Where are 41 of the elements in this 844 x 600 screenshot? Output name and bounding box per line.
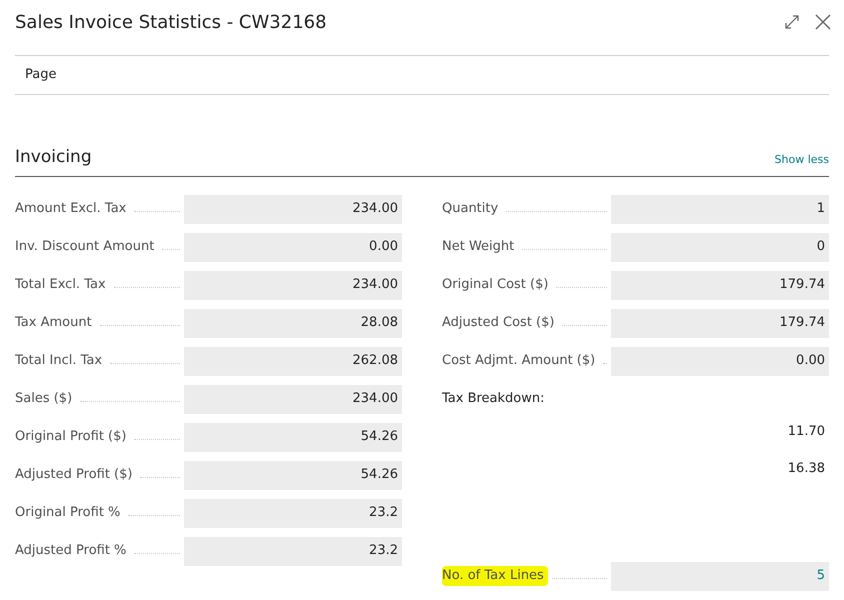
field-label: Net Weight xyxy=(442,238,516,256)
value-field: 179.74 xyxy=(611,270,829,300)
menu-tab[interactable]: Page xyxy=(15,65,66,85)
close-icon[interactable] xyxy=(814,13,832,31)
value-field: 54.26 xyxy=(184,422,402,452)
field-label: Quantity xyxy=(442,200,500,218)
field-label: Amount Excl. Tax xyxy=(15,200,128,218)
field-label: Original Profit % xyxy=(15,504,122,522)
field-label: Tax Amount xyxy=(15,314,93,332)
value-field: 54.26 xyxy=(184,460,402,490)
value-field: 0 xyxy=(611,232,829,262)
value-field: 234.00 xyxy=(184,270,402,300)
expand-icon[interactable] xyxy=(784,14,800,30)
value-field: 23.2 xyxy=(184,536,402,566)
field-label: No. of Tax Lines xyxy=(442,566,548,586)
tax-amount: 11.70 xyxy=(788,422,825,440)
field-label: Sales ($) xyxy=(15,390,74,408)
tax-amount: 16.38 xyxy=(788,460,825,478)
field-label: Cost Adjmt. Amount ($) xyxy=(442,352,596,370)
field-label: Total Incl. Tax xyxy=(15,352,104,370)
section-title: Invoicing xyxy=(15,146,92,169)
value-field: 262.08 xyxy=(184,346,402,376)
field-label: Inv. Discount Amount xyxy=(15,238,156,256)
field-label: Total Excl. Tax xyxy=(15,276,107,294)
subheading: Tax Breakdown: xyxy=(442,390,545,406)
value-field: 0.00 xyxy=(611,346,829,376)
field-label: Original Profit ($) xyxy=(15,428,128,446)
field-label: Original Cost ($) xyxy=(442,276,550,294)
value-field: 234.00 xyxy=(184,384,402,414)
value-field: 1 xyxy=(611,194,829,224)
value-link[interactable]: 5 xyxy=(611,562,829,590)
show-less-link[interactable]: Show less xyxy=(774,152,829,168)
value-field: 0.00 xyxy=(184,232,402,262)
value-field: 28.08 xyxy=(184,308,402,338)
field-label: Adjusted Profit % xyxy=(15,542,128,560)
field-label: Adjusted Profit ($) xyxy=(15,466,134,484)
field-label: Adjusted Cost ($) xyxy=(442,314,556,332)
value-field: 23.2 xyxy=(184,498,402,528)
value-field: 234.00 xyxy=(184,194,402,224)
value-field: 179.74 xyxy=(611,308,829,338)
window-title: Sales Invoice Statistics - CW32168 xyxy=(15,10,327,34)
